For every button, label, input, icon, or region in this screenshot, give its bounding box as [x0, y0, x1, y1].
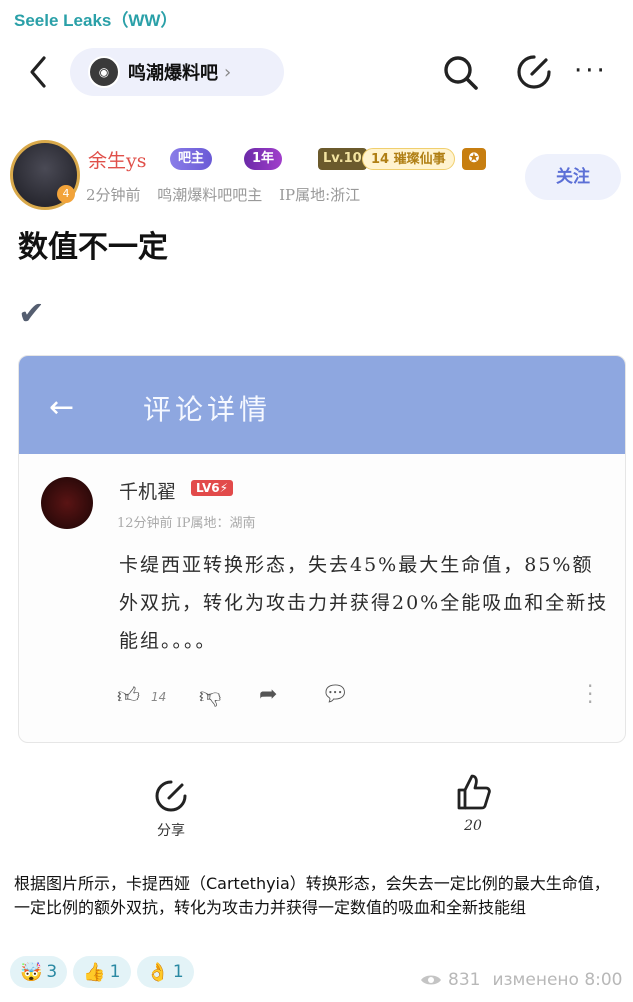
telegram-post: Seele Leaks（WW） ◉ 鸣潮爆料吧 › ··· 4 余生ys 吧主 …	[0, 0, 633, 1002]
channel-name[interactable]: Seele Leaks（WW）	[14, 6, 177, 31]
forum-avatar: ◉	[88, 56, 120, 88]
author-meta: 2分钟前 鸣潮爆料吧吧主 IP属地:浙江	[86, 186, 361, 204]
screenshot-comment-icon: 💬︎	[321, 682, 349, 707]
screenshot-thumbs-down-icon: 👎︎	[199, 684, 222, 709]
back-arrow-icon[interactable]	[24, 54, 54, 90]
chevron-right-icon: ›	[224, 61, 232, 83]
post-actions: 分享 20	[0, 772, 633, 842]
screenshot-actions: 👍︎ 14 👎︎ ➦ 💬︎	[117, 682, 607, 712]
avatar-level-badge: 4	[57, 185, 75, 203]
edit-icon[interactable]	[516, 54, 552, 90]
screenshot-meta: 12分钟前 IP属地：湖南	[117, 516, 256, 531]
screenshot-title: 评论详情	[143, 393, 272, 426]
author-row: 4 余生ys 吧主 1年 Lv.10 14 璀璨仙事 ✪ 2分钟前 鸣潮爆料吧吧…	[10, 140, 630, 210]
forum-name: 鸣潮爆料吧	[128, 63, 218, 84]
reactions-bar: 🤯 3 👍 1 👌 1	[10, 956, 194, 988]
screenshot-comment-text: 卡缇西亚转换形态，失去45%最大生命值，85%额外双抗，转化为攻击力并获得20%…	[119, 554, 609, 652]
reaction-ok-hand[interactable]: 👌 1	[136, 956, 194, 988]
medal-icon: ✪	[462, 148, 486, 170]
message-text: 根据图片所示，卡提西娅（Cartethyia）转换形态，会失去一定比例的最大生命…	[14, 874, 610, 917]
ok-hand-emoji-icon: 👌	[146, 961, 169, 983]
view-count: 831	[448, 970, 481, 990]
search-icon[interactable]	[442, 54, 480, 92]
screenshot-username: 千机翟	[119, 481, 177, 503]
title-badge: 14 璀璨仙事	[362, 148, 455, 170]
thumbs-up-icon	[457, 774, 491, 810]
post-title: 数值不一定	[18, 230, 168, 265]
forum-pill[interactable]: ◉ 鸣潮爆料吧 ›	[70, 48, 284, 96]
screenshot-more-icon: · · ·	[587, 674, 594, 714]
check-mark-icon: ✔	[18, 294, 45, 332]
share-icon	[155, 780, 187, 812]
edited-time: изменено 8:00	[492, 970, 623, 990]
admin-badge: 吧主	[170, 148, 213, 170]
like-button[interactable]: 20	[448, 772, 498, 834]
years-badge: 1年	[244, 148, 283, 170]
embedded-screenshot[interactable]: ← 评论详情 千机翟 LV6⚡ 12分钟前 IP属地：湖南 卡缇西亚转换形态，失…	[18, 355, 626, 743]
follow-button[interactable]: 关注	[525, 154, 621, 200]
share-button[interactable]: 分享	[146, 778, 196, 840]
reaction-count: 1	[109, 962, 121, 982]
reaction-mind-blown[interactable]: 🤯 3	[10, 956, 68, 988]
author-avatar[interactable]: 4	[10, 140, 80, 210]
screenshot-thumbs-up-icon: 👍︎	[117, 684, 140, 709]
tieba-nav-bar: ◉ 鸣潮爆料吧 › ···	[0, 40, 633, 106]
more-icon[interactable]: ···	[574, 58, 608, 84]
thumbs-up-emoji-icon: 👍	[83, 961, 106, 983]
screenshot-back-arrow-icon: ←	[49, 390, 75, 425]
reaction-count: 3	[46, 962, 58, 982]
reaction-count: 1	[172, 962, 184, 982]
eye-icon	[421, 975, 441, 985]
share-label: 分享	[157, 823, 185, 839]
reaction-thumbs-up[interactable]: 👍 1	[73, 956, 131, 988]
level-badge: Lv.10	[318, 148, 367, 170]
author-name[interactable]: 余生ys	[88, 146, 147, 173]
screenshot-avatar	[41, 477, 93, 529]
screenshot-like-count: 14	[151, 690, 167, 704]
like-count: 20	[464, 818, 482, 834]
message-footer: 831 изменено 8:00	[420, 970, 623, 990]
screenshot-level-badge: LV6⚡	[191, 480, 234, 496]
mind-blown-emoji-icon: 🤯	[20, 961, 43, 983]
screenshot-header: ← 评论详情	[19, 356, 625, 454]
screenshot-share-icon: ➦	[259, 682, 278, 707]
